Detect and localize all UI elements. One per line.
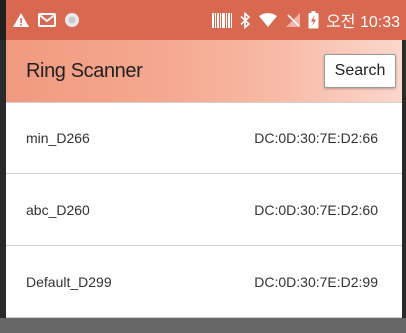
device-name: min_D266 <box>26 130 90 146</box>
app-title: Ring Scanner <box>26 59 143 82</box>
device-row-min-d266[interactable]: min_D266 DC:0D:30:7E:D2:66 <box>6 102 402 174</box>
bottom-bar <box>0 318 406 333</box>
status-right: 오전 10:33 <box>212 8 406 32</box>
status-bar: 오전 10:33 <box>0 0 406 40</box>
device-list: min_D266 DC:0D:30:7E:D2:66 abc_D260 DC:0… <box>0 102 406 318</box>
device-mac: DC:0D:30:7E:D2:99 <box>254 273 378 290</box>
record-icon <box>64 12 80 28</box>
device-row-default-d299[interactable]: Default_D299 DC:0D:30:7E:D2:99 <box>6 246 402 318</box>
barcode-icon <box>212 12 233 28</box>
device-mac: DC:0D:30:7E:D2:60 <box>254 201 378 218</box>
device-name: abc_D260 <box>26 201 90 218</box>
screen: 오전 10:33 Ring Scanner Search min_D266 DC… <box>0 0 406 333</box>
clock: 오전 10:33 <box>326 14 400 31</box>
wifi-icon <box>258 12 278 28</box>
device-mac: DC:0D:30:7E:D2:66 <box>254 130 378 146</box>
status-left <box>6 12 80 28</box>
bluetooth-icon <box>239 11 251 29</box>
device-name: Default_D299 <box>26 273 112 290</box>
battery-charging-icon <box>308 11 319 29</box>
device-row-abc-d260[interactable]: abc_D260 DC:0D:30:7E:D2:60 <box>6 174 402 246</box>
warning-icon <box>12 12 30 28</box>
app-bar: Ring Scanner Search <box>0 40 406 102</box>
no-signal-icon <box>285 12 301 28</box>
mail-icon <box>38 13 56 27</box>
search-button[interactable]: Search <box>324 54 396 88</box>
